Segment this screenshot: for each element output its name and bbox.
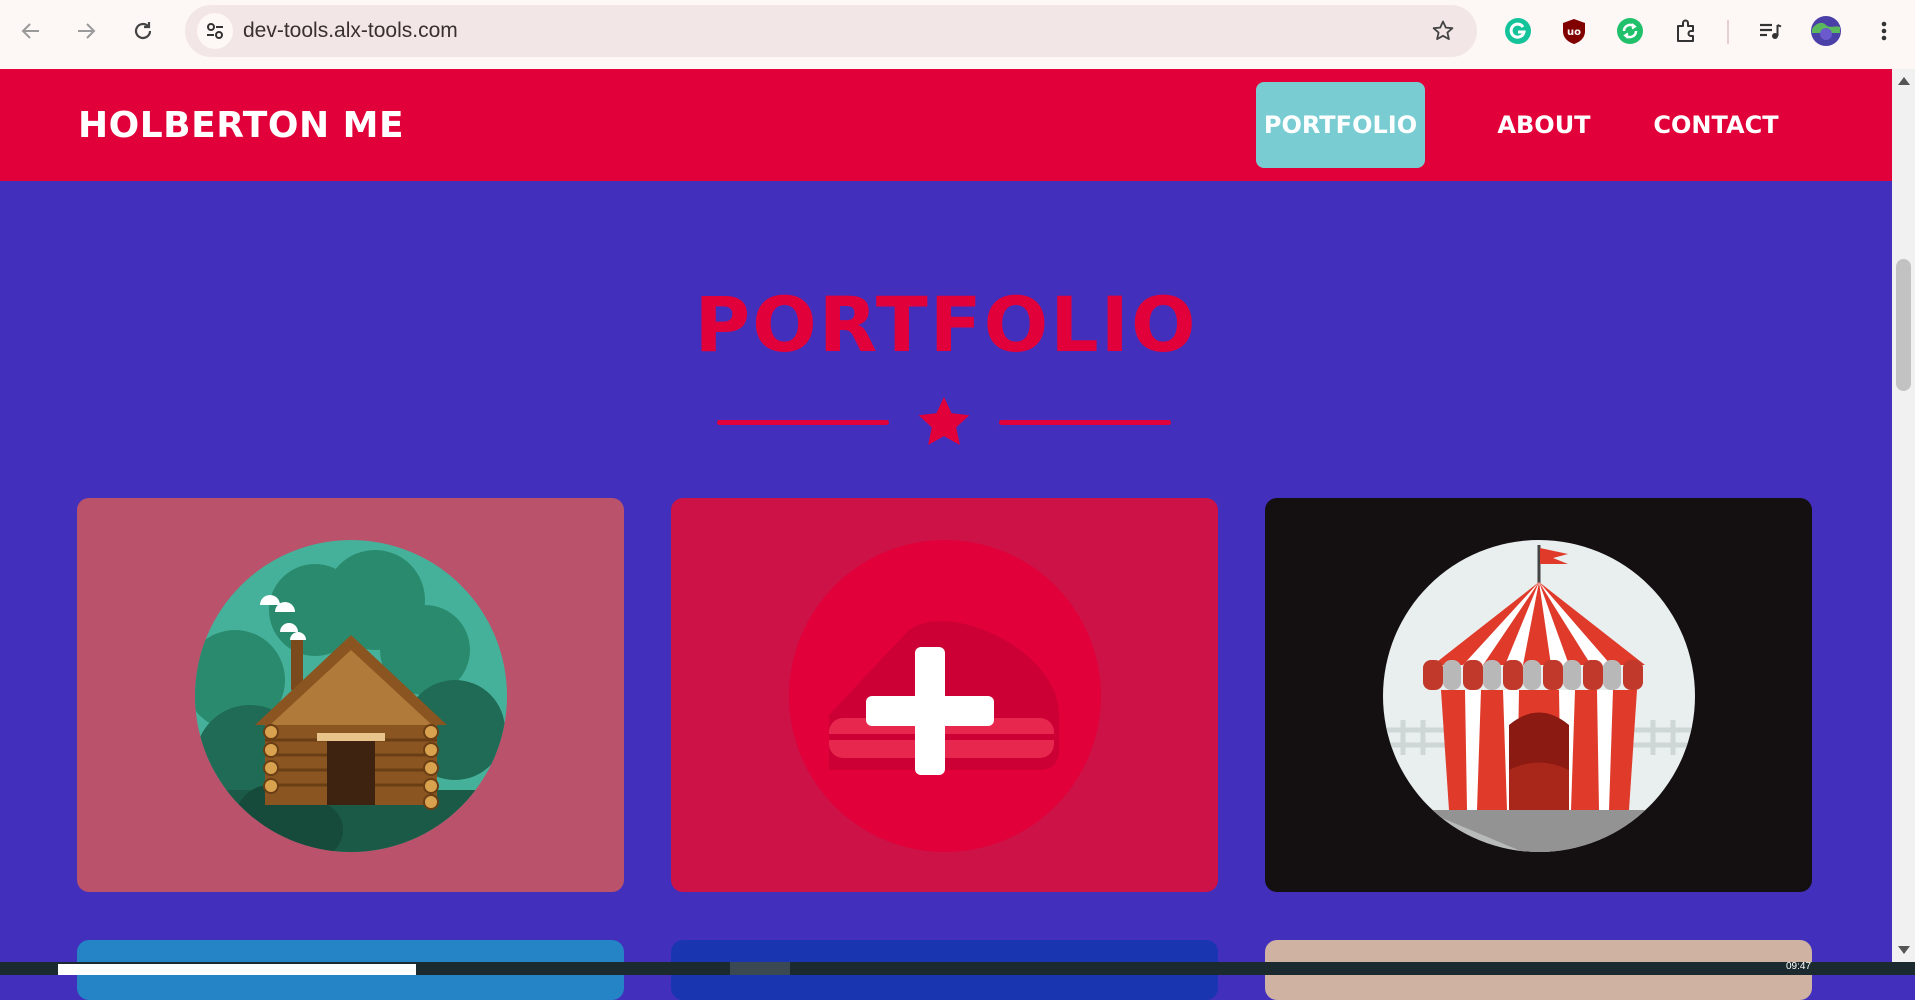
back-button[interactable] (12, 12, 50, 50)
address-bar[interactable]: dev-tools.alx-tools.com (185, 5, 1477, 57)
portfolio-heading: PORTFOLIO (694, 280, 1198, 369)
menu-button[interactable] (1866, 13, 1902, 49)
portfolio-card-circus[interactable] (1265, 498, 1812, 892)
profile-avatar-icon (1811, 16, 1841, 46)
sync-icon (1617, 18, 1643, 44)
ublock-extension[interactable]: uo (1556, 13, 1592, 49)
tune-icon (207, 23, 223, 39)
ublock-icon: uo (1563, 19, 1585, 44)
sync-extension[interactable] (1612, 13, 1648, 49)
media-button[interactable] (1752, 13, 1788, 49)
taskbar-clock: 09:47 (1786, 961, 1812, 972)
scroll-up-arrow[interactable] (1898, 77, 1910, 85)
svg-text:uo: uo (1567, 27, 1581, 38)
taskbar-active-app[interactable] (730, 962, 790, 975)
circus-tent-illustration (1383, 540, 1695, 852)
nav-about[interactable]: ABOUT (1476, 82, 1612, 168)
site-info-button[interactable] (197, 13, 233, 49)
grammarly-icon (1505, 18, 1531, 44)
nav-portfolio[interactable]: PORTFOLIO (1256, 82, 1425, 168)
divider-line-left (717, 420, 889, 425)
portfolio-card-cabin[interactable] (77, 498, 624, 892)
arrow-right-icon (78, 23, 96, 39)
site-header: HOLBERTON ME PORTFOLIO ABOUT CONTACT (0, 69, 1892, 181)
brand-logo[interactable]: HOLBERTON ME (78, 105, 404, 146)
profile-avatar[interactable] (1808, 13, 1844, 49)
cake-illustration (789, 540, 1101, 852)
page-scrollbar[interactable] (1892, 69, 1915, 962)
taskbar-search[interactable] (58, 964, 416, 975)
reload-icon (134, 22, 152, 40)
forward-button[interactable] (67, 12, 105, 50)
cabin-illustration (195, 540, 507, 852)
toolbar-separator (1727, 20, 1729, 44)
scroll-thumb[interactable] (1896, 259, 1911, 391)
media-queue-icon (1760, 23, 1782, 39)
grammarly-extension[interactable] (1500, 13, 1536, 49)
divider-line-right (999, 420, 1171, 425)
browser-toolbar: dev-tools.alx-tools.com uo (0, 0, 1915, 69)
puzzle-extensions-icon (1677, 19, 1694, 42)
star-icon (918, 397, 970, 445)
bookmark-button[interactable] (1429, 17, 1457, 45)
scroll-down-arrow[interactable] (1898, 946, 1910, 954)
arrow-left-icon (21, 23, 39, 39)
star-outline-icon (1432, 20, 1454, 40)
url-text[interactable]: dev-tools.alx-tools.com (243, 19, 458, 43)
extensions-button[interactable] (1668, 13, 1704, 49)
nav-contact[interactable]: CONTACT (1640, 82, 1792, 168)
kebab-menu-icon (1881, 21, 1887, 41)
reload-button[interactable] (124, 12, 162, 50)
portfolio-card-cake[interactable] (671, 498, 1218, 892)
os-taskbar: 09:47 (0, 961, 1915, 975)
